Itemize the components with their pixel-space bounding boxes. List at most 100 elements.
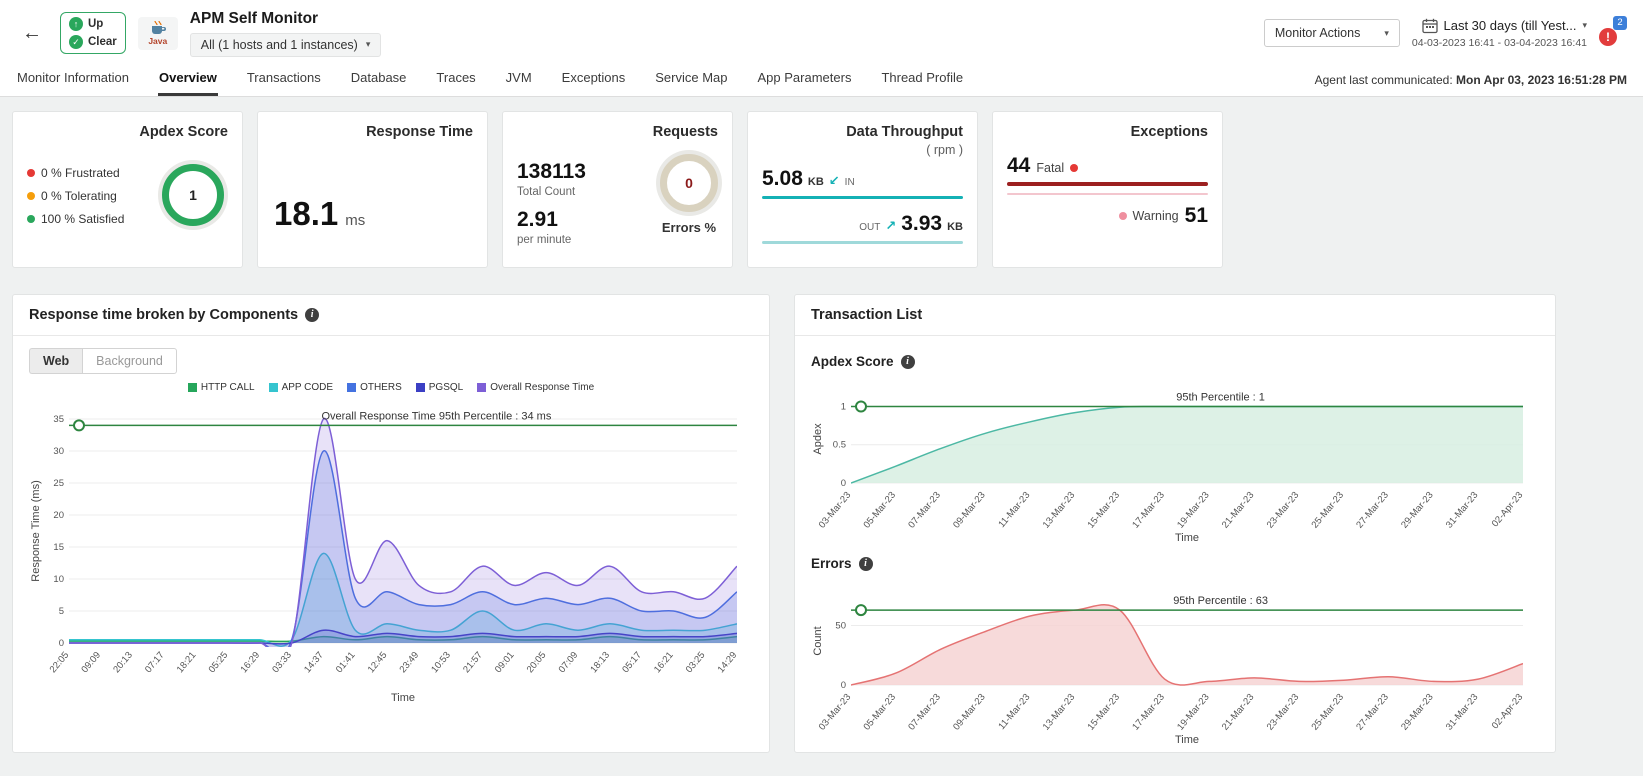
- svg-text:25-Mar-23: 25-Mar-23: [1309, 490, 1346, 531]
- total-count-label: Total Count: [517, 186, 586, 198]
- svg-text:13-Mar-23: 13-Mar-23: [1041, 490, 1078, 531]
- frustrated-label: 0 % Frustrated: [41, 166, 120, 180]
- svg-text:95th Percentile : 63: 95th Percentile : 63: [1173, 595, 1268, 607]
- svg-text:09:09: 09:09: [79, 650, 103, 675]
- out-value: 3.93: [901, 212, 942, 236]
- errors-chart: 05003-Mar-2305-Mar-2307-Mar-2309-Mar-231…: [811, 571, 1539, 747]
- tab-service-map[interactable]: Service Map: [654, 64, 728, 96]
- satisfied-label: 100 % Satisfied: [41, 212, 124, 226]
- legend-item-http-call[interactable]: HTTP CALL: [188, 382, 255, 393]
- legend-swatch: [477, 383, 486, 392]
- health-status: ✓ Clear: [69, 35, 117, 49]
- svg-text:21-Mar-23: 21-Mar-23: [1220, 692, 1257, 733]
- card-title: Data Throughput: [762, 124, 963, 140]
- monitor-actions-dropdown[interactable]: Monitor Actions ▾: [1264, 19, 1400, 47]
- time-range-dropdown[interactable]: Last 30 days (till Yest... ▾: [1422, 18, 1588, 34]
- apm-dashboard: ← ↑ Up ✓ Clear Java APM Self Monitor Al: [0, 0, 1643, 753]
- svg-text:11-Mar-23: 11-Mar-23: [996, 490, 1032, 530]
- data-throughput-card: Data Throughput ( rpm ) 5.08 KB ↙ IN OUT…: [747, 111, 978, 268]
- back-button[interactable]: ←: [16, 18, 48, 49]
- svg-text:Time: Time: [1175, 532, 1199, 544]
- svg-text:10:53: 10:53: [429, 650, 453, 675]
- apdex-gauge: 1: [162, 164, 224, 226]
- alert-indicator[interactable]: 2 !: [1599, 16, 1627, 50]
- page-title: APM Self Monitor: [190, 10, 382, 28]
- components-chart-legend: HTTP CALL APP CODE OTHERS PGSQL: [29, 382, 753, 393]
- tab-thread-profile[interactable]: Thread Profile: [880, 64, 964, 96]
- in-unit: KB: [808, 176, 824, 188]
- satisfied-dot: [27, 215, 35, 223]
- tab-transactions[interactable]: Transactions: [246, 64, 322, 96]
- svg-text:5: 5: [59, 606, 64, 617]
- out-unit: KB: [947, 221, 963, 233]
- back-arrow-icon: ←: [22, 22, 42, 44]
- svg-text:31-Mar-23: 31-Mar-23: [1444, 692, 1481, 733]
- instances-dropdown[interactable]: All (1 hosts and 1 instances) ▾: [190, 33, 382, 57]
- svg-text:15-Mar-23: 15-Mar-23: [1085, 692, 1122, 733]
- svg-text:05-Mar-23: 05-Mar-23: [861, 692, 898, 733]
- java-monitor-icon: Java: [138, 17, 178, 50]
- header: ← ↑ Up ✓ Clear Java APM Self Monitor Al: [0, 0, 1643, 66]
- time-range-label: Last 30 days (till Yest...: [1444, 18, 1577, 33]
- errors-gauge: 0: [660, 154, 718, 212]
- svg-text:23:49: 23:49: [397, 650, 421, 675]
- svg-text:25-Mar-23: 25-Mar-23: [1309, 692, 1346, 733]
- svg-text:09-Mar-23: 09-Mar-23: [951, 692, 988, 733]
- out-throughput-bar: [762, 241, 963, 244]
- svg-text:23-Mar-23: 23-Mar-23: [1265, 490, 1302, 531]
- transaction-list-title: Transaction List: [811, 307, 922, 323]
- svg-text:29-Mar-23: 29-Mar-23: [1399, 490, 1436, 531]
- card-title: Response Time: [272, 124, 473, 140]
- tab-exceptions[interactable]: Exceptions: [561, 64, 627, 96]
- info-icon[interactable]: i: [305, 308, 319, 322]
- tab-monitor-information[interactable]: Monitor Information: [16, 64, 130, 96]
- svg-text:95th Percentile : 1: 95th Percentile : 1: [1176, 392, 1265, 404]
- tab-traces[interactable]: Traces: [435, 64, 476, 96]
- monitor-actions-label: Monitor Actions: [1275, 26, 1360, 40]
- tab-jvm[interactable]: JVM: [505, 64, 533, 96]
- legend-item-app-code[interactable]: APP CODE: [269, 382, 334, 393]
- svg-text:30: 30: [53, 446, 64, 457]
- out-arrow-icon: ↗: [885, 218, 896, 234]
- warning-value: 51: [1185, 204, 1208, 228]
- card-title: Apdex Score: [27, 124, 228, 140]
- components-chart: 0510152025303522:0509:0920:1307:1718:210…: [29, 393, 753, 705]
- svg-text:16:21: 16:21: [652, 650, 676, 675]
- transaction-list-panel: Transaction List Apdex Score i 00.5103-M…: [794, 294, 1556, 753]
- warning-bar: [1007, 193, 1208, 195]
- tab-overview[interactable]: Overview: [158, 64, 218, 96]
- response-time-number: 18.1: [274, 195, 338, 233]
- alert-icon: !: [1599, 28, 1617, 46]
- response-time-value: 18.1 ms: [274, 195, 365, 233]
- in-label: IN: [845, 177, 855, 188]
- info-icon[interactable]: i: [901, 355, 915, 369]
- info-icon[interactable]: i: [859, 557, 873, 571]
- coffee-cup-icon: [149, 21, 167, 35]
- components-toggle: Web Background: [29, 348, 177, 374]
- fatal-bar: [1007, 182, 1208, 186]
- svg-text:11-Mar-23: 11-Mar-23: [996, 692, 1032, 732]
- frustrated-dot: [27, 169, 35, 177]
- alert-count-badge: 2: [1613, 16, 1627, 30]
- svg-text:16:29: 16:29: [238, 650, 262, 675]
- tab-app-parameters[interactable]: App Parameters: [757, 64, 853, 96]
- errors-percent-label: Errors %: [662, 220, 716, 235]
- card-title: Exceptions: [1007, 124, 1208, 140]
- legend-item-overall[interactable]: Overall Response Time: [477, 382, 594, 393]
- svg-text:20:13: 20:13: [111, 650, 135, 675]
- svg-text:12:45: 12:45: [366, 650, 390, 675]
- tab-database[interactable]: Database: [350, 64, 408, 96]
- svg-text:35: 35: [53, 414, 64, 425]
- svg-text:21-Mar-23: 21-Mar-23: [1220, 490, 1257, 531]
- agent-value: Mon Apr 03, 2023 16:51:28 PM: [1456, 73, 1627, 87]
- legend-item-pgsql[interactable]: PGSQL: [416, 382, 463, 393]
- svg-text:1: 1: [841, 402, 846, 413]
- up-arrow-icon: ↑: [69, 17, 83, 31]
- throughput-unit-label: ( rpm ): [762, 143, 963, 157]
- check-icon: ✓: [69, 35, 83, 49]
- toggle-web[interactable]: Web: [29, 348, 82, 374]
- svg-text:10: 10: [53, 574, 64, 585]
- legend-item-others[interactable]: OTHERS: [347, 382, 402, 393]
- chevron-down-icon: ▾: [1384, 28, 1389, 39]
- toggle-background[interactable]: Background: [82, 348, 177, 374]
